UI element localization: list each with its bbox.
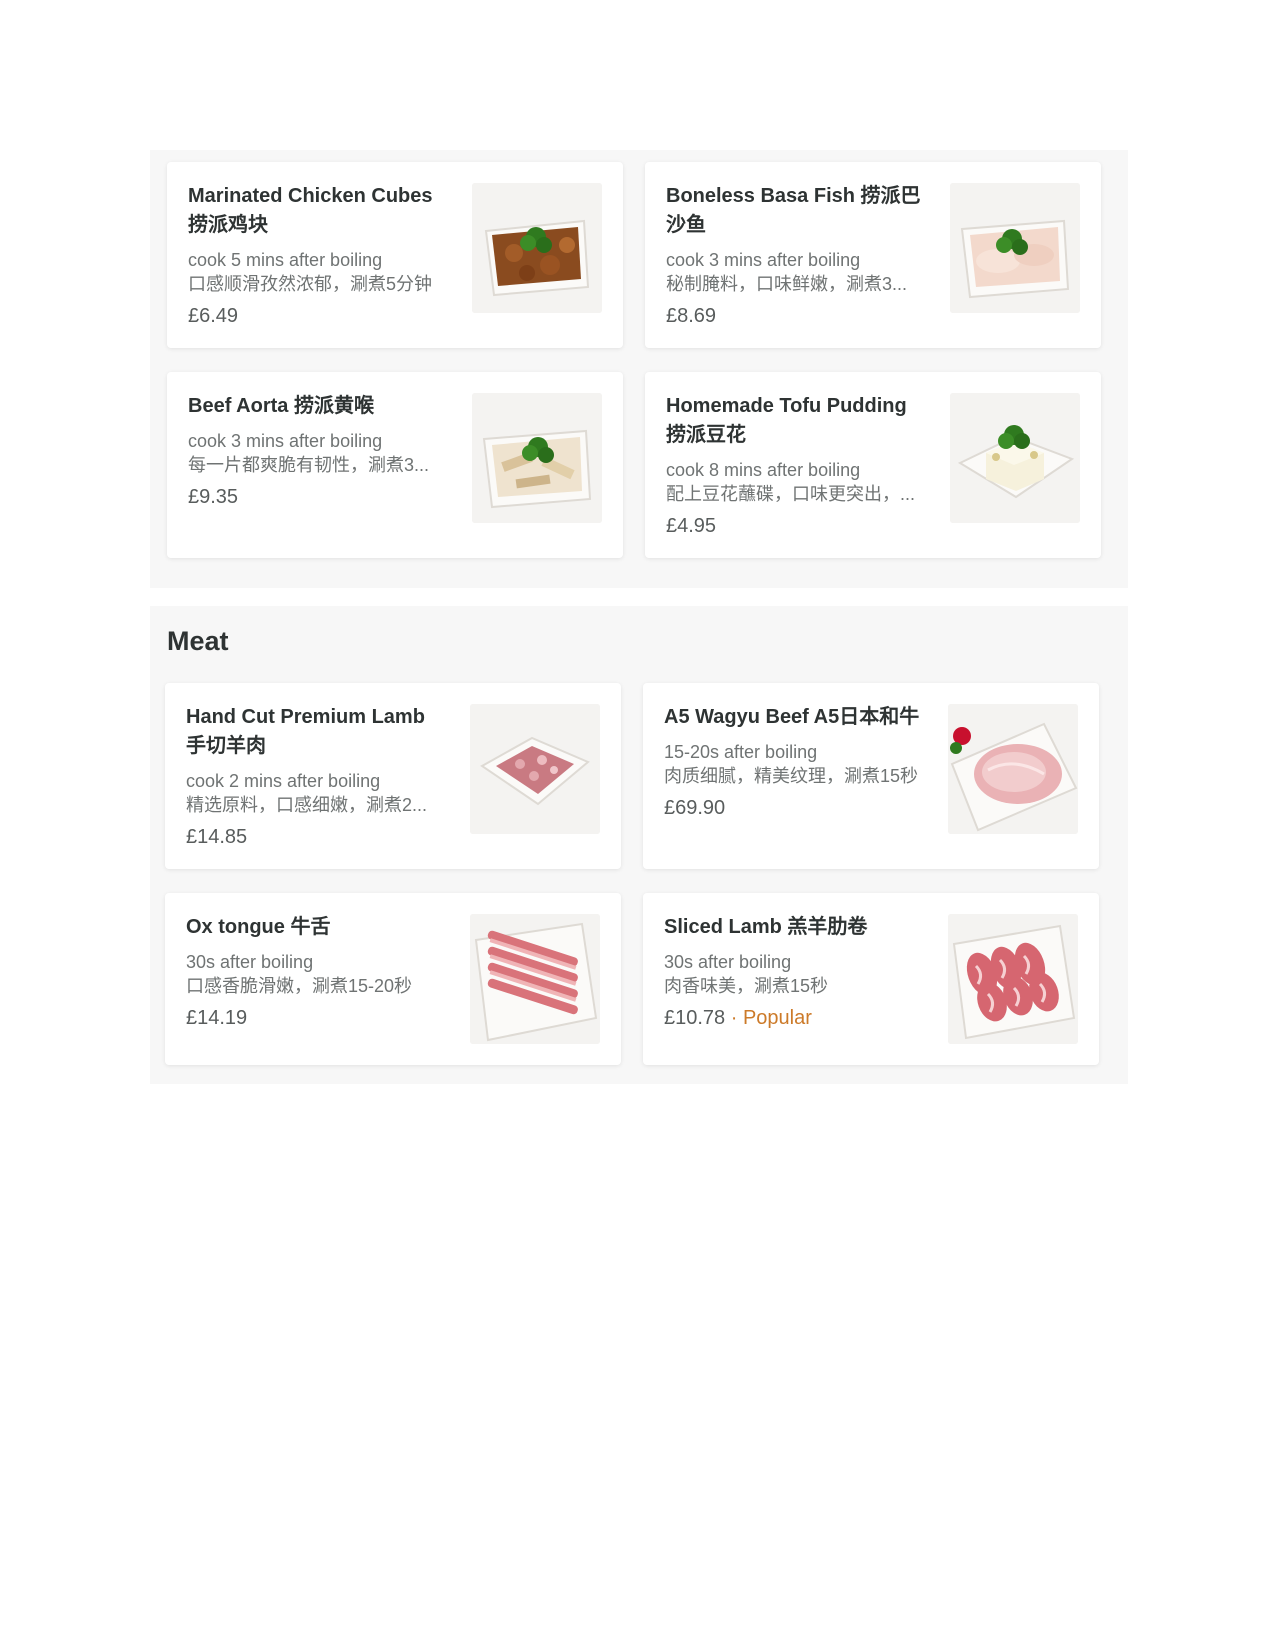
- item-price: £4.95: [666, 515, 717, 537]
- item-description: 秘制腌料，口味鲜嫩，涮煮3...: [666, 274, 908, 294]
- item-name: A5 Wagyu Beef A5日本和牛: [664, 706, 920, 728]
- item-name: Boneless Basa Fish 捞派巴沙鱼: [666, 185, 921, 236]
- item-cook-time: 15-20s after boiling: [664, 742, 818, 762]
- item-description: 配上豆花蘸碟，口味更突出，...: [666, 484, 916, 504]
- menu-item-card[interactable]: Boneless Basa Fish 捞派巴沙鱼 cook 3 mins aft…: [645, 162, 1101, 348]
- item-name: Beef Aorta 捞派黄喉: [188, 395, 374, 417]
- item-name: Marinated Chicken Cubes 捞派鸡块: [188, 185, 433, 236]
- menu-item-card[interactable]: Ox tongue 牛舌 30s after boiling 口感香脆滑嫩，涮煮…: [165, 893, 621, 1065]
- item-description: 肉质细腻，精美纹理，涮煮15秒: [664, 766, 919, 786]
- item-price: £10.78: [664, 1007, 726, 1029]
- wagyu-beef-image: [948, 704, 1078, 834]
- item-description: 口感香脆滑嫩，涮煮15-20秒: [186, 976, 413, 996]
- basa-fish-image: [950, 183, 1080, 313]
- item-price: £14.19: [186, 1007, 248, 1029]
- section-title-meat: Meat: [167, 626, 229, 656]
- menu-item-card[interactable]: Marinated Chicken Cubes 捞派鸡块 cook 5 mins…: [167, 162, 623, 348]
- item-cook-time: cook 3 mins after boiling: [188, 431, 383, 451]
- ox-tongue-image: [470, 914, 600, 1044]
- item-cook-time: 30s after boiling: [186, 952, 314, 972]
- hand-cut-lamb-image: [470, 704, 600, 834]
- item-cook-time: cook 5 mins after boiling: [188, 250, 383, 270]
- item-price: £8.69: [666, 305, 717, 327]
- item-cook-time: cook 8 mins after boiling: [666, 460, 861, 480]
- chicken-cubes-image: [472, 183, 602, 313]
- menu-item-card[interactable]: Sliced Lamb 羔羊肋卷 30s after boiling 肉香味美，…: [643, 893, 1099, 1065]
- menu-item-card[interactable]: Homemade Tofu Pudding 捞派豆花 cook 8 mins a…: [645, 372, 1101, 558]
- item-description: 精选原料，口感细嫩，涮煮2...: [186, 795, 428, 815]
- item-name: Homemade Tofu Pudding 捞派豆花: [666, 395, 907, 446]
- beef-aorta-image: [472, 393, 602, 523]
- tofu-pudding-image: [950, 393, 1080, 523]
- menu-item-card[interactable]: Hand Cut Premium Lamb 手切羊肉 cook 2 mins a…: [165, 683, 621, 869]
- item-price: £6.49: [188, 305, 239, 327]
- item-description: 每一片都爽脆有韧性，涮煮3...: [188, 455, 430, 475]
- item-price: £9.35: [188, 486, 239, 508]
- menu-item-card[interactable]: Beef Aorta 捞派黄喉 cook 3 mins after boilin…: [167, 372, 623, 558]
- item-cook-time: 30s after boiling: [664, 952, 792, 972]
- sliced-lamb-image: [948, 914, 1078, 1044]
- item-price: £14.85: [186, 826, 248, 848]
- item-name: Ox tongue 牛舌: [186, 916, 331, 938]
- item-name: Hand Cut Premium Lamb 手切羊肉: [186, 706, 425, 757]
- menu-item-card[interactable]: A5 Wagyu Beef A5日本和牛 15-20s after boilin…: [643, 683, 1099, 869]
- item-description: 口感顺滑孜然浓郁，涮煮5分钟: [188, 274, 433, 294]
- item-cook-time: cook 3 mins after boiling: [666, 250, 861, 270]
- price-separator: ·: [730, 1007, 738, 1029]
- item-name: Sliced Lamb 羔羊肋卷: [664, 916, 868, 938]
- item-price: £69.90: [664, 797, 726, 819]
- item-cook-time: cook 2 mins after boiling: [186, 771, 381, 791]
- item-description: 肉香味美，涮煮15秒: [664, 976, 829, 996]
- popular-badge: Popular: [742, 1007, 812, 1029]
